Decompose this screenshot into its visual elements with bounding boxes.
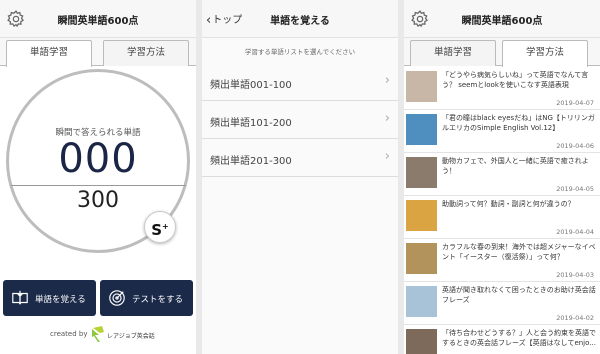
article-title: 助動詞って何？動詞・副詞と何が違うの？ — [442, 200, 575, 208]
list-item-label: 頻出単語101-200 — [210, 118, 292, 129]
tab-bar: 単語学習 学習方法 — [0, 38, 196, 67]
article-title: 英語が聞き取れなくて困ったときのお助け英会話フレーズ — [442, 286, 596, 304]
test-button[interactable]: テストをする — [100, 280, 193, 316]
tab-study[interactable]: 単語学習 — [410, 40, 496, 66]
list-item[interactable]: 頻出単語001-100 › — [202, 63, 398, 101]
logo-text: レアジョブ英会話 — [107, 333, 155, 340]
list-item[interactable]: 頻出単語101-200 › — [202, 101, 398, 139]
navbar: 瞬間英単語600点 — [0, 0, 196, 38]
article-title: 「待ち合わせどうする？」人と会う約束を英語でするときの英会話フレーズ【英語はなし… — [442, 329, 596, 347]
screen-title: 単語を覚える — [270, 16, 330, 27]
list-item-label: 頻出単語001-100 — [210, 80, 292, 91]
navbar: ‹トップ 単語を覚える — [202, 0, 398, 38]
article-item[interactable]: 「どうやら病気らしいね」って英語でなんて言う？ seemとlookを使いこなす英… — [404, 67, 600, 110]
article-item[interactable]: 「君の瞳はblack eyesだね」はNG【トリリンガルエリカのSimple E… — [404, 110, 600, 153]
app-title: 瞬間英単語600点 — [461, 16, 543, 27]
article-title: 「どうやら病気らしいね」って英語でなんて言う？ seemとlookを使いこなす英… — [442, 71, 589, 89]
article-thumbnail — [406, 243, 437, 274]
credit-text: created by — [50, 330, 88, 338]
article-date: 2019-04-04 — [556, 228, 594, 236]
article-thumbnail — [406, 286, 437, 317]
memorize-button[interactable]: 単語を覚える — [3, 280, 96, 316]
article-thumbnail — [406, 329, 437, 354]
article-title: 「君の瞳はblack eyesだね」はNG【トリリンガルエリカのSimple E… — [442, 114, 595, 132]
rank-letter: S — [151, 221, 163, 239]
memorize-button-label: 単語を覚える — [35, 295, 86, 305]
list-hint: 学習する単語リストを選んでください — [244, 48, 356, 56]
article-title: 動物カフェで、外国人と一緒に英語で癒されよう！ — [442, 157, 589, 175]
wordlist-screen: ‹トップ 単語を覚える 学習する単語リストを選んでください 頻出単語001-10… — [202, 0, 398, 354]
app-title: 瞬間英単語600点 — [57, 16, 139, 27]
answered-count: 000 — [58, 136, 138, 182]
ring-divider — [11, 185, 186, 186]
article-date: 2019-04-02 — [556, 314, 594, 322]
chevron-right-icon: › — [384, 111, 390, 126]
article-item[interactable]: 「待ち合わせどうする？」人と会う約束を英語でするときの英会話フレーズ【英語はなし… — [404, 325, 600, 354]
article-date: 2019-04-05 — [556, 185, 594, 193]
article-thumbnail — [406, 157, 437, 188]
book-icon — [12, 290, 28, 305]
rank-badge[interactable]: S+ — [144, 211, 176, 243]
tab-method[interactable]: 学習方法 — [103, 40, 189, 66]
list-item-label: 頻出単語201-300 — [210, 156, 292, 167]
rank-plus: + — [162, 222, 169, 231]
article-thumbnail — [406, 200, 437, 231]
tab-bar: 単語学習 学習方法 — [404, 38, 600, 67]
tab-method[interactable]: 学習方法 — [502, 40, 588, 67]
article-date: 2019-04-07 — [556, 99, 594, 107]
article-thumbnail — [406, 71, 437, 102]
test-button-label: テストをする — [132, 295, 184, 305]
target-icon — [109, 290, 125, 306]
total-count: 300 — [77, 188, 119, 213]
article-thumbnail — [406, 114, 437, 145]
article-date: 2019-04-03 — [556, 271, 594, 279]
list-item[interactable]: 頻出単語201-300 › — [202, 139, 398, 177]
article-item[interactable]: 助動詞って何？動詞・副詞と何が違うの？ 2019-04-04 — [404, 196, 600, 239]
article-item[interactable]: カラフルな春の到来！海外では超メジャーなイベント「イースター（復活祭）」って何？… — [404, 239, 600, 282]
article-date: 2019-04-06 — [556, 142, 594, 150]
chevron-right-icon: › — [384, 149, 390, 164]
tab-study[interactable]: 単語学習 — [6, 40, 92, 67]
chevron-right-icon: › — [384, 73, 390, 88]
study-screen: 瞬間英単語600点 単語学習 学習方法 瞬間で答えられる単語 000 300 S… — [0, 0, 196, 354]
navbar: 瞬間英単語600点 — [404, 0, 600, 38]
method-screen: 瞬間英単語600点 単語学習 学習方法 「どうやら病気らしいね」って英語でなんて… — [404, 0, 600, 354]
article-item[interactable]: 動物カフェで、外国人と一緒に英語で癒されよう！ 2019-04-05 — [404, 153, 600, 196]
article-title: カラフルな春の到来！海外では超メジャーなイベント「イースター（復活祭）」って何？ — [442, 243, 596, 261]
article-item[interactable]: 英語が聞き取れなくて困ったときのお助け英会話フレーズ 2019-04-02 — [404, 282, 600, 325]
